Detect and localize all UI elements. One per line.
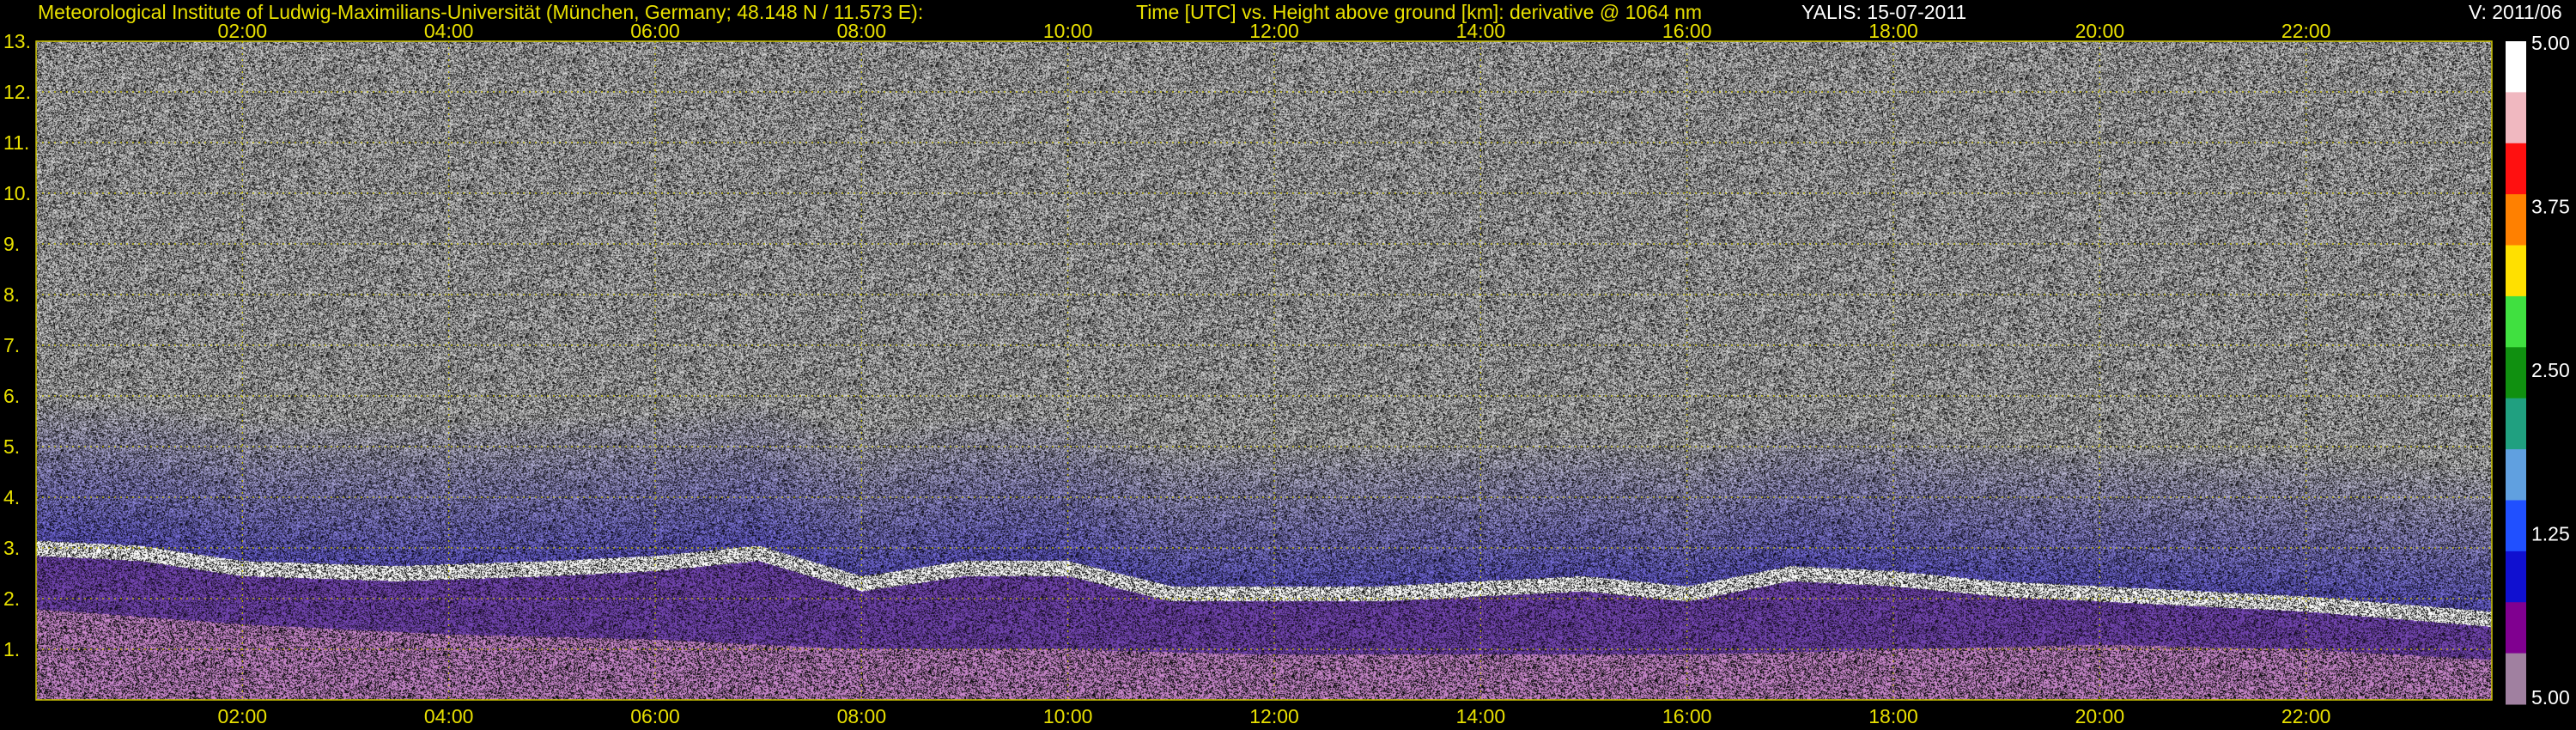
y-tick-label: 3. xyxy=(3,537,20,559)
colorbar-swatch xyxy=(2506,143,2526,195)
colorbar-swatch xyxy=(2506,398,2526,450)
y-tick-label: 6. xyxy=(3,385,20,407)
x-tick-label-bottom: 06:00 xyxy=(630,705,680,727)
x-tick-label-bottom: 18:00 xyxy=(1868,705,1918,727)
colorbar-label: 3.75 xyxy=(2531,196,2570,218)
colorbar-label: 5.00 xyxy=(2531,686,2570,709)
colorbar-swatch xyxy=(2506,41,2526,93)
x-tick-label-top: 10:00 xyxy=(1043,20,1093,42)
y-tick-label: 8. xyxy=(3,283,20,306)
y-tick-label: 13. xyxy=(3,30,31,52)
y-tick-label: 1. xyxy=(3,638,20,660)
colorbar-label: 2.50 xyxy=(2531,359,2570,381)
colorbar-swatch xyxy=(2506,347,2526,399)
lidar-chart: 02:00 04:00 06:00 08:00 10:00 12:00 14:00 16:00… xyxy=(0,0,2576,730)
plot-heatmap xyxy=(36,41,2492,700)
x-tick-label-bottom: 08:00 xyxy=(837,705,887,727)
colorbar-swatch xyxy=(2506,245,2526,297)
x-tick-label-bottom: 20:00 xyxy=(2075,705,2125,727)
x-tick-label-bottom: 12:00 xyxy=(1249,705,1299,727)
y-tick-label: 9. xyxy=(3,233,20,255)
x-tick-label-bottom: 22:00 xyxy=(2281,705,2331,727)
header-institute: Meteorological Institute of Ludwig-Maxim… xyxy=(38,1,924,23)
colorbar-swatch xyxy=(2506,92,2526,144)
y-tick-label: 7. xyxy=(3,334,20,356)
y-tick-label: 4. xyxy=(3,486,20,508)
x-tick-label-bottom: 10:00 xyxy=(1043,705,1093,727)
header-instrument-date: YALIS: 15-07-2011 xyxy=(1801,1,1967,23)
y-tick-label: 2. xyxy=(3,587,20,610)
x-tick-label-top: 20:00 xyxy=(2075,20,2125,42)
header-description: Time [UTC] vs. Height above ground [km]:… xyxy=(1136,1,1703,23)
y-tick-label: 5. xyxy=(3,435,20,458)
colorbar-label: 5.00 xyxy=(2531,32,2570,54)
x-tick-label-bottom: 04:00 xyxy=(424,705,474,727)
x-tick-label-bottom: 02:00 xyxy=(218,705,268,727)
x-tick-label-bottom: 16:00 xyxy=(1662,705,1712,727)
colorbar-swatch xyxy=(2506,194,2526,246)
colorbar-swatch xyxy=(2506,602,2526,654)
y-tick-label: 11. xyxy=(3,131,29,154)
x-tick-label-top: 22:00 xyxy=(2281,20,2331,42)
colorbar-swatch xyxy=(2506,551,2526,603)
y-tick-label: 10. xyxy=(3,182,31,204)
colorbar-swatch xyxy=(2506,653,2526,705)
colorbar-swatch xyxy=(2506,500,2526,552)
header-version: V: 2011/06 xyxy=(2469,1,2562,23)
colorbar-label: 1.25 xyxy=(2531,523,2570,545)
colorbar-swatch xyxy=(2506,449,2526,501)
y-tick-label: 12. xyxy=(3,81,31,103)
x-tick-label-bottom: 14:00 xyxy=(1456,705,1506,727)
colorbar-swatch xyxy=(2506,295,2526,348)
